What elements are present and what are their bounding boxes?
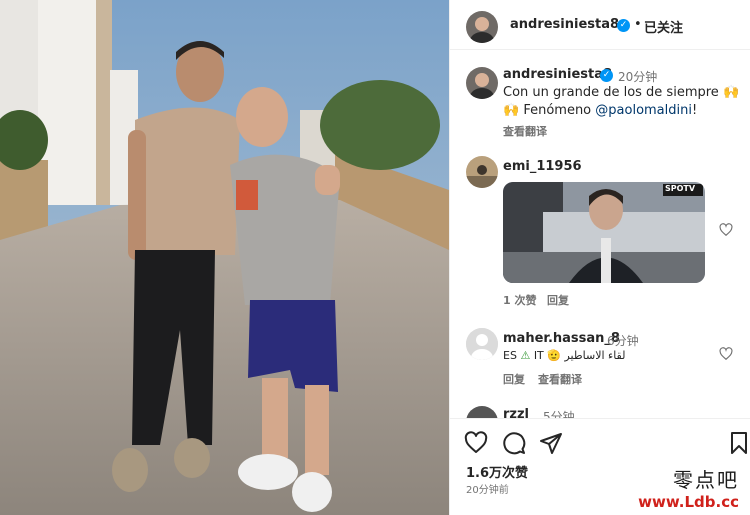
post-time[interactable]: 20分钟前	[466, 481, 509, 496]
comment-2-avatar[interactable]	[466, 328, 498, 360]
comment-2-time: 6分钟	[607, 334, 639, 348]
caption-translate-link[interactable]: 查看翻译	[503, 123, 547, 139]
caption-text-suffix: !	[691, 103, 698, 118]
like-heart-icon[interactable]	[464, 431, 488, 455]
watermark-line-2: www.Ldb.cc	[638, 493, 739, 511]
site-watermark: 零点吧 www.Ldb.cc	[638, 464, 739, 511]
share-send-icon[interactable]	[539, 431, 563, 455]
comment-1-likes[interactable]: 1 次赞	[503, 292, 536, 308]
post-photo[interactable]	[0, 0, 449, 515]
watermark-line-1: 零点吧	[673, 468, 739, 492]
hands-emoji-icon: 🙌	[722, 85, 740, 100]
caption-username[interactable]: andresiniesta8	[503, 67, 612, 82]
header-username[interactable]: andresiniesta8	[510, 17, 619, 32]
post-header: andresiniesta8 ✓ • 已关注	[450, 0, 750, 50]
verified-badge-icon: ✓	[617, 19, 630, 32]
emoji-face-icon: 🫡	[547, 349, 561, 362]
caption-avatar[interactable]	[466, 67, 498, 99]
post-actions-bar: 1.6万次赞 20分钟前 零点吧 www.Ldb.cc	[450, 418, 750, 515]
author-avatar[interactable]	[466, 11, 498, 43]
mention-link[interactable]: @paolomaldini	[595, 103, 692, 118]
save-bookmark-icon[interactable]	[727, 431, 750, 455]
comment-1-avatar[interactable]	[466, 156, 498, 188]
likes-count[interactable]: 1.6万次赞	[466, 462, 528, 481]
comment-2-reply[interactable]: 回复	[503, 371, 525, 387]
comment-2-arabic-text: لقاء الاساطير	[564, 349, 626, 362]
video-badge: SPOTV	[665, 184, 696, 193]
caption-verified-icon: ✓	[600, 69, 613, 82]
comment-2-flag-es: ES	[503, 349, 517, 362]
comment-1-video[interactable]: SPOTV	[503, 182, 705, 283]
comment-1-reply[interactable]: 回复	[547, 292, 569, 308]
warning-triangle-icon: ⚠	[520, 349, 531, 362]
caption-text-1: Con un grande de los de siempre	[503, 85, 719, 100]
comment-1-like-icon[interactable]	[719, 223, 733, 237]
caption-text-2: Fenómeno	[523, 103, 596, 118]
separator-dot: •	[634, 17, 642, 32]
comment-2-text: ES ⚠ IT 🫡 لقاء الاساطير	[503, 349, 625, 362]
post-side-panel: andresiniesta8 ✓ • 已关注 andresiniesta8 ✓ …	[449, 0, 750, 515]
comment-2-username[interactable]: maher.hassan_8	[503, 331, 620, 346]
caption-time: 20分钟	[618, 70, 658, 84]
photo-illustration	[0, 0, 449, 515]
comment-bubble-icon[interactable]	[502, 431, 526, 455]
hands-emoji-icon-2: 🙌	[503, 103, 520, 118]
comment-2-translate[interactable]: 查看翻译	[538, 371, 582, 387]
comment-2-flag-it: IT	[533, 349, 544, 362]
caption-line-2: 🙌 Fenómeno @paolomaldini!	[503, 103, 697, 118]
follow-status-button[interactable]: 已关注	[644, 17, 683, 36]
comment-1-username[interactable]: emi_11956	[503, 159, 582, 174]
caption-line-1: Con un grande de los de siempre 🙌	[503, 85, 739, 100]
comment-2-like-icon[interactable]	[719, 347, 733, 361]
